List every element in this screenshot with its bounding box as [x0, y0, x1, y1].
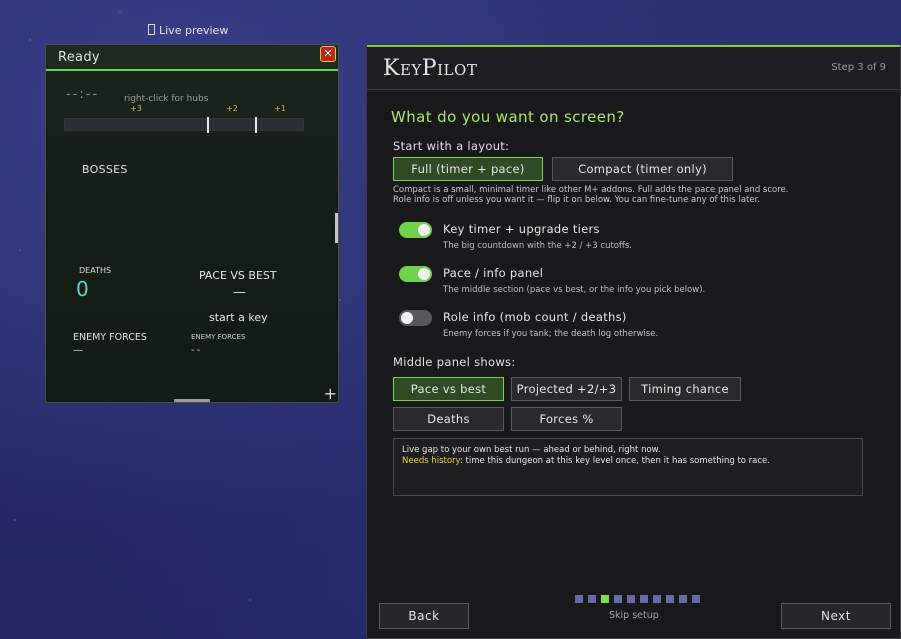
toggle-knob — [418, 224, 430, 236]
middle-panel-label: Middle panel shows: — [393, 355, 516, 369]
hubs-hint: right-click for hubs — [124, 94, 209, 104]
middle-pace-vs-best-button[interactable]: Pace vs best — [393, 377, 504, 401]
progress-dot — [666, 595, 674, 603]
tier-tick-plus1: +1 — [274, 104, 286, 113]
option-role-info-desc: Enemy forces if you tank; the death log … — [443, 329, 659, 339]
info-line-2-rest: : time this dungeon at this key level on… — [459, 456, 770, 466]
toggle-knob — [418, 268, 430, 280]
progress-dot — [653, 595, 661, 603]
step-indicator: Step 3 of 9 — [831, 62, 886, 73]
progress-dot — [588, 595, 596, 603]
option-pace-panel-desc: The middle section (pace vs best, or the… — [443, 285, 706, 295]
enemy-forces-small-label: ENEMY FORCES — [191, 333, 246, 341]
progress-dot — [627, 595, 635, 603]
progress-dot — [614, 595, 622, 603]
enemy-forces-value: — — [73, 345, 83, 356]
tier-marker-plus1 — [255, 117, 257, 133]
deaths-value: 0 — [76, 277, 89, 301]
back-button[interactable]: Back — [379, 603, 469, 629]
keypilot-logo: KEYPILOT — [383, 56, 478, 81]
live-preview-label: Live preview — [148, 24, 228, 37]
tier-tick-plus3: +3 — [130, 104, 142, 113]
needs-history-highlight: Needs history — [402, 456, 460, 466]
middle-panel-description: Live gap to your own best run — ahead or… — [393, 438, 863, 496]
layout-note-line-2: Role info is off unless you want it — fl… — [393, 195, 760, 205]
deaths-label: DEATHS — [79, 266, 112, 275]
start-key-hint: start a key — [209, 311, 268, 324]
key-timer: --:-- — [66, 87, 100, 102]
option-key-timer-title: Key timer + upgrade tiers — [443, 222, 600, 236]
setup-wizard: KEYPILOT Step 3 of 9 What do you want on… — [366, 44, 901, 639]
scrollbar-handle[interactable] — [335, 213, 338, 243]
option-pace-panel-title: Pace / info panel — [443, 266, 544, 280]
progress-dot — [692, 595, 700, 603]
layout-full-button[interactable]: Full (timer + pace) — [393, 157, 543, 181]
middle-deaths-button[interactable]: Deaths — [393, 407, 504, 431]
resize-handle[interactable] — [174, 399, 210, 402]
option-key-timer-desc: The big countdown with the +2 / +3 cutof… — [443, 241, 632, 251]
timer-progress-bar — [64, 117, 304, 133]
next-button[interactable]: Next — [781, 603, 891, 629]
preview-header: Ready ✕ — [46, 45, 338, 71]
middle-forces-button[interactable]: Forces % — [511, 407, 622, 431]
bosses-label: BOSSES — [82, 163, 128, 176]
step-progress-dots — [575, 595, 700, 603]
toggle-knob — [401, 312, 413, 324]
enemy-forces-label: ENEMY FORCES — [73, 332, 147, 343]
skip-setup-link[interactable]: Skip setup — [609, 610, 659, 621]
wizard-header: KEYPILOT Step 3 of 9 — [367, 45, 900, 90]
progress-dot — [575, 595, 583, 603]
wizard-body: What do you want on screen? Start with a… — [367, 92, 900, 638]
progress-dot — [679, 595, 687, 603]
pace-vs-best-value: — — [233, 285, 246, 300]
tier-marker-plus2 — [207, 117, 209, 133]
toggle-role-info[interactable] — [399, 310, 432, 326]
middle-projected-button[interactable]: Projected +2/+3 — [511, 377, 622, 401]
tier-tick-plus2: +2 — [226, 104, 238, 113]
close-icon[interactable]: ✕ — [320, 46, 336, 62]
progress-dot — [601, 595, 609, 603]
checkbox-icon — [148, 24, 155, 35]
progress-dot — [640, 595, 648, 603]
preview-title: Ready — [58, 50, 100, 65]
layout-section-label: Start with a layout: — [393, 139, 510, 153]
pace-vs-best-label: PACE VS BEST — [199, 269, 277, 282]
toggle-key-timer[interactable] — [399, 222, 432, 238]
option-role-info-title: Role info (mob count / deaths) — [443, 310, 627, 324]
layout-compact-button[interactable]: Compact (timer only) — [552, 157, 733, 181]
enemy-forces-small-value: -- — [191, 345, 203, 356]
middle-timing-chance-button[interactable]: Timing chance — [629, 377, 741, 401]
toggle-pace-panel[interactable] — [399, 266, 432, 282]
page-title: What do you want on screen? — [391, 108, 625, 126]
preview-window[interactable]: Ready ✕ --:-- right-click for hubs +3 +2… — [45, 44, 339, 403]
info-line-2: Needs history: time this dungeon at this… — [402, 456, 854, 467]
plus-icon[interactable]: + — [324, 386, 337, 402]
info-line-1: Live gap to your own best run — ahead or… — [402, 445, 661, 455]
